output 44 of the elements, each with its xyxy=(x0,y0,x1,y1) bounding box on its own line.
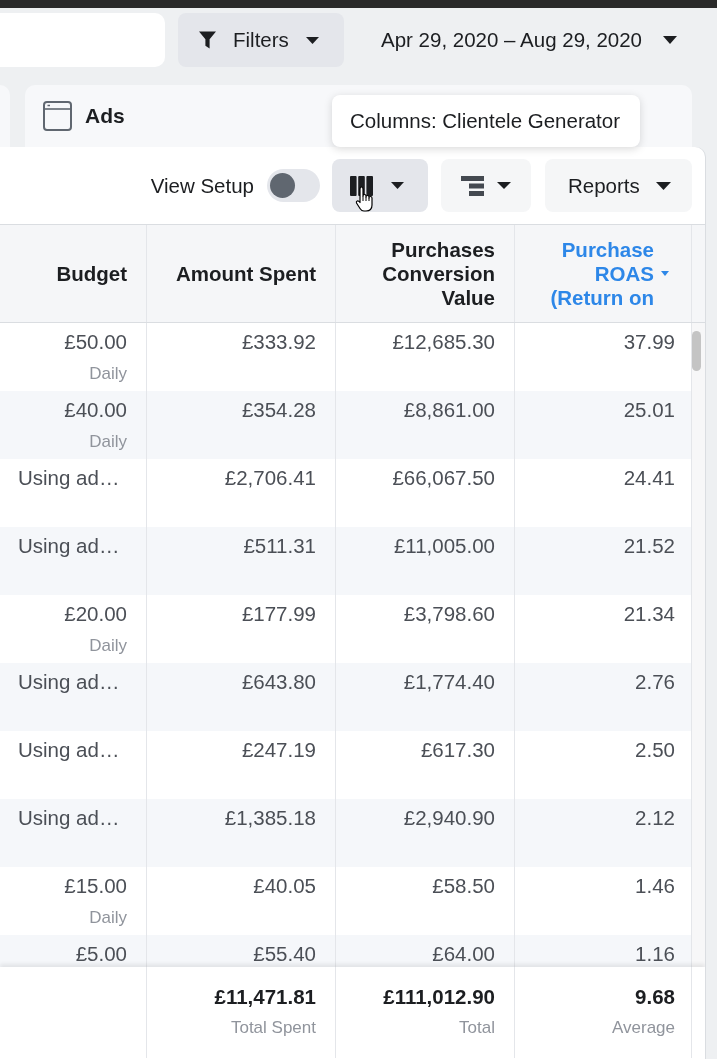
filter-icon xyxy=(199,31,216,49)
scrollbar-thumb[interactable] xyxy=(692,331,701,371)
column-header[interactable]: Purchases Conversion Value xyxy=(336,225,515,322)
total-label: Average xyxy=(611,1017,675,1039)
caret-icon xyxy=(391,182,404,189)
breakdown-button[interactable] xyxy=(441,159,531,212)
view-setup-label: View Setup xyxy=(150,173,254,198)
total-label: Total xyxy=(458,1017,495,1039)
table-row[interactable]: Using ad… £1,385.18 £2,940.90 2.12 xyxy=(0,799,692,867)
budget-amount: £5.00 xyxy=(74,942,127,966)
budget-period: Daily xyxy=(88,431,127,453)
caret-icon xyxy=(305,36,319,44)
total-value: £11,471.81 xyxy=(213,985,316,1009)
caret-icon xyxy=(663,36,678,44)
view-setup-toggle[interactable] xyxy=(267,169,320,202)
budget-amount: £20.00 xyxy=(63,602,127,626)
sort-caret-icon xyxy=(661,271,669,276)
budget-period: Daily xyxy=(88,635,127,657)
budget-amount: £15.00 xyxy=(63,874,127,898)
tooltip: Columns: Clientele Generator xyxy=(332,95,640,147)
hand-cursor-icon xyxy=(355,186,375,212)
table-row[interactable]: Using ad… £511.31 £11,005.00 21.52 xyxy=(0,527,692,595)
table-row[interactable]: £40.00 Daily £354.28 £8,861.00 25.01 xyxy=(0,391,692,459)
budget-amount: £40.00 xyxy=(63,398,127,422)
table-row[interactable]: Using ad… £643.80 £1,774.40 2.76 xyxy=(0,663,692,731)
budget-period: Daily xyxy=(88,363,127,385)
scrollbar-track[interactable] xyxy=(692,323,705,967)
column-header[interactable]: Budget xyxy=(0,225,147,322)
column-header[interactable]: Amount Spent xyxy=(147,225,336,322)
columns-button[interactable] xyxy=(332,159,428,212)
total-value: £111,012.90 xyxy=(382,985,495,1009)
total-label: Total Spent xyxy=(229,1017,316,1039)
budget-amount: £50.00 xyxy=(63,330,127,354)
total-value: 9.68 xyxy=(634,985,675,1009)
budget-period: Daily xyxy=(88,907,127,929)
columns-icon xyxy=(350,175,373,196)
table-row[interactable]: £5.00 £55.40 £64.00 1.16 xyxy=(0,935,692,967)
date-range-button[interactable]: Apr 29, 2020 – Aug 29, 2020 xyxy=(381,13,678,67)
browser-window-icon xyxy=(43,101,72,131)
stacked-bars-icon xyxy=(461,175,484,196)
caret-icon xyxy=(655,181,671,190)
filters-button[interactable]: Filters xyxy=(178,13,344,67)
reports-button[interactable]: Reports xyxy=(545,159,692,212)
caret-icon xyxy=(497,182,511,189)
